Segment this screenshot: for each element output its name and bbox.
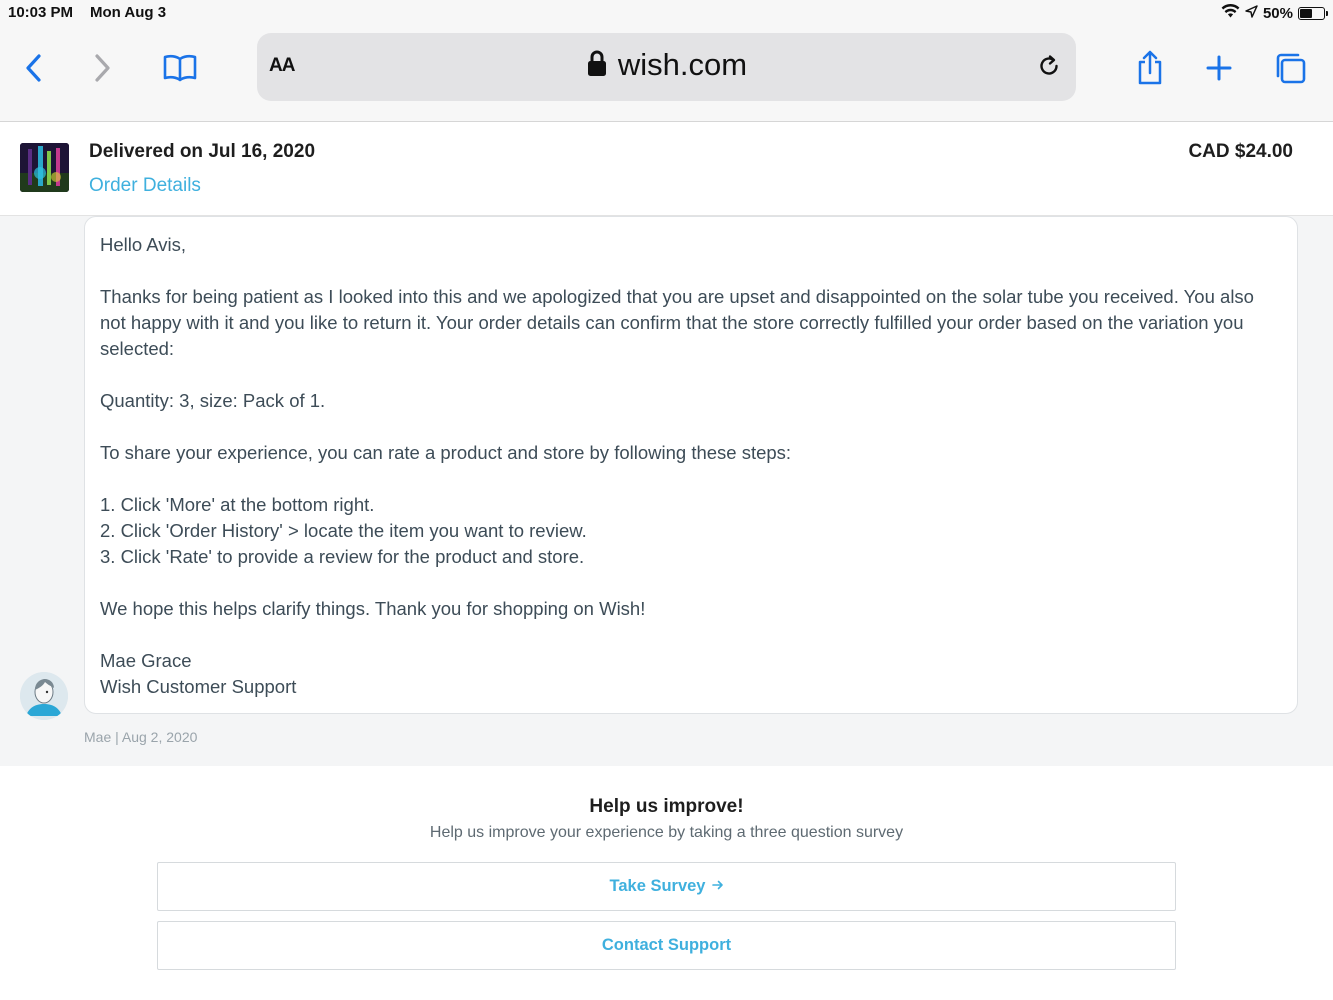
message-step: 2. Click 'Order History' > locate the it… — [100, 520, 587, 541]
reload-icon[interactable] — [1036, 53, 1062, 84]
message-paragraph: Thanks for being patient as I looked int… — [100, 286, 1254, 359]
message-closing: We hope this helps clarify things. Thank… — [100, 598, 646, 619]
signature-team: Wish Customer Support — [100, 676, 297, 697]
status-bar: 10:03 PM Mon Aug 3 50% — [0, 0, 1333, 26]
arrow-right-icon — [711, 877, 724, 896]
message-meta: Mae | Aug 2, 2020 — [84, 729, 198, 745]
survey-subtitle: Help us improve your experience by takin… — [429, 824, 904, 841]
survey-title: Help us improve! — [589, 796, 744, 817]
bookmarks-icon[interactable] — [162, 50, 198, 86]
battery-icon — [1298, 6, 1328, 20]
survey-section: Help us improve! Help us improve your ex… — [0, 766, 1333, 1000]
status-indicators: 50% — [1221, 3, 1328, 22]
order-price: CAD $24.00 — [1188, 141, 1293, 162]
order-details-link[interactable]: Order Details — [89, 175, 201, 197]
forward-icon[interactable] — [84, 50, 120, 86]
order-header: Delivered on Jul 16, 2020 Order Details … — [0, 122, 1333, 216]
conversation-area: Hello Avis, Thanks for being patient as … — [0, 216, 1333, 766]
message-steps-intro: To share your experience, you can rate a… — [100, 442, 792, 463]
status-date: Mon Aug 3 — [90, 4, 167, 21]
location-icon — [1245, 4, 1258, 22]
back-icon[interactable] — [16, 50, 52, 86]
browser-toolbar: AA wish.com — [0, 26, 1333, 122]
battery-fill — [1300, 8, 1312, 18]
product-thumbnail[interactable] — [20, 143, 69, 192]
address-bar[interactable]: AA wish.com — [257, 33, 1076, 101]
contact-support-button[interactable]: Contact Support — [157, 921, 1176, 970]
take-survey-label: Take Survey — [609, 877, 706, 895]
signature-name: Mae Grace — [100, 650, 192, 671]
message-variation: Quantity: 3, size: Pack of 1. — [100, 390, 326, 411]
url-text: wish.com — [617, 47, 748, 82]
battery-percent: 50% — [1262, 4, 1293, 22]
message-bubble: Hello Avis, Thanks for being patient as … — [84, 216, 1298, 714]
url-display[interactable]: wish.com — [257, 47, 1076, 83]
status-time: 10:03 PM — [8, 4, 74, 21]
tabs-icon[interactable] — [1272, 50, 1308, 86]
delivery-status: Delivered on Jul 16, 2020 — [89, 141, 316, 162]
message-step: 3. Click 'Rate' to provide a review for … — [100, 546, 585, 567]
contact-support-label: Contact Support — [601, 936, 732, 954]
lock-icon — [586, 49, 608, 82]
message-greeting: Hello Avis, — [100, 234, 187, 255]
share-icon[interactable] — [1132, 50, 1168, 86]
new-tab-icon[interactable] — [1201, 50, 1237, 86]
wifi-icon — [1221, 3, 1240, 22]
message-step: 1. Click 'More' at the bottom right. — [100, 494, 375, 515]
agent-avatar — [20, 672, 68, 720]
take-survey-button[interactable]: Take Survey — [157, 862, 1176, 911]
